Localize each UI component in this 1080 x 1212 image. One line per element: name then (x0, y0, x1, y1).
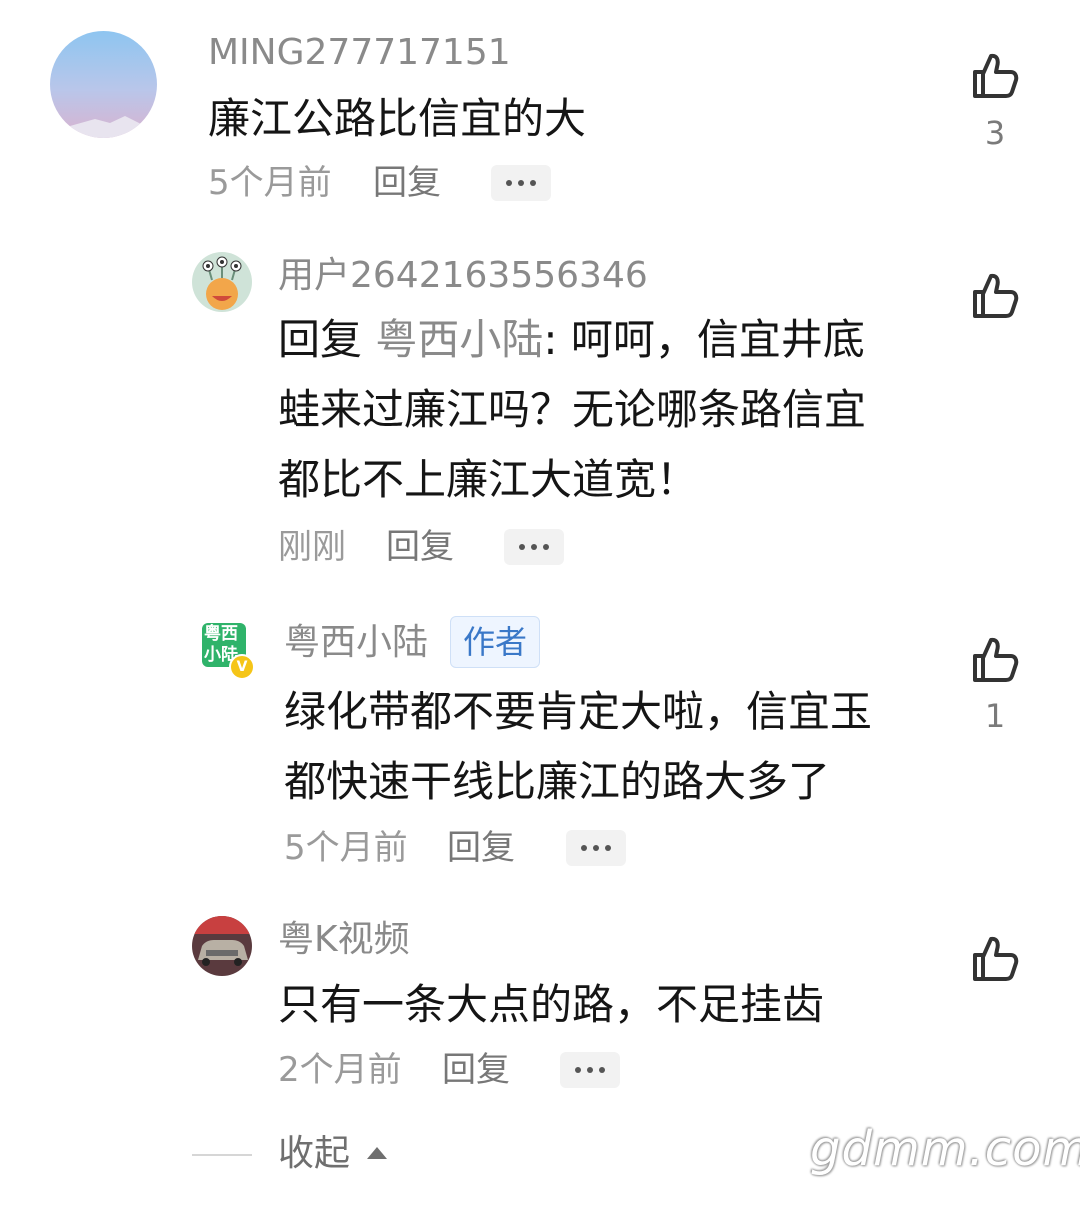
collapse-divider (192, 1154, 252, 1156)
comment-username[interactable]: 用户2642163556346 (278, 258, 648, 294)
reply-button[interactable]: 回复 (373, 166, 441, 200)
mention-link[interactable]: 粤西小陆 (375, 315, 543, 364)
like-icon[interactable] (969, 933, 1021, 985)
comment-text: 廉江公路比信宜的大 (208, 94, 587, 143)
monster-avatar-icon (192, 252, 252, 312)
comment-text-line-2: 都快速干线比廉江的路大多了 (284, 757, 831, 806)
avatar[interactable] (192, 916, 252, 976)
watermark: gdmm.com (810, 1121, 1080, 1177)
comment-time: 5个月前 (284, 828, 408, 868)
comment-time: 刚刚 (278, 527, 346, 567)
collapse-button[interactable]: 收起 (278, 1136, 350, 1172)
author-badge: 作者 (450, 616, 541, 668)
like-icon[interactable] (969, 270, 1021, 322)
comment-username[interactable]: 粤K视频 (278, 922, 410, 958)
more-options-button[interactable] (491, 165, 551, 201)
like-icon[interactable] (969, 50, 1021, 102)
reply-button[interactable]: 回复 (386, 530, 454, 564)
avatar-text-top: 粤西 (204, 624, 238, 644)
comment-username[interactable]: 粤西小陆 (284, 625, 428, 661)
like-count: 3 (984, 114, 1006, 152)
more-options-button[interactable] (560, 1052, 620, 1088)
caret-up-icon[interactable] (367, 1147, 387, 1159)
comment-text: 回复 粤西小陆: 呵呵，信宜井底 (278, 305, 865, 375)
reply-button[interactable]: 回复 (442, 1053, 510, 1087)
comment-username[interactable]: MING277717151 (208, 35, 511, 71)
avatar[interactable] (50, 31, 157, 138)
car-avatar-icon (192, 916, 252, 976)
like-count: 1 (984, 697, 1006, 735)
comment-text: 绿化带都不要肯定大啦，信宜玉 (284, 687, 873, 736)
more-options-button[interactable] (504, 529, 564, 565)
like-icon[interactable] (969, 634, 1021, 686)
sky-avatar-icon (50, 31, 157, 138)
verified-icon: V (229, 654, 255, 680)
reply-button[interactable]: 回复 (447, 831, 515, 865)
comment-text: 只有一条大点的路，不足挂齿 (278, 980, 825, 1029)
comment-text-line-2: 蛙来过廉江吗？无论哪条路信宜 (278, 385, 867, 434)
more-options-button[interactable] (566, 830, 626, 866)
avatar[interactable] (192, 252, 252, 312)
comment-time: 5个月前 (208, 163, 332, 203)
reply-text: : 呵呵，信宜井底 (543, 315, 865, 364)
comment-time: 2个月前 (278, 1050, 402, 1090)
comment-text-line-3: 都比不上廉江大道宽！ (278, 455, 699, 504)
reply-prefix: 回复 (278, 315, 363, 364)
